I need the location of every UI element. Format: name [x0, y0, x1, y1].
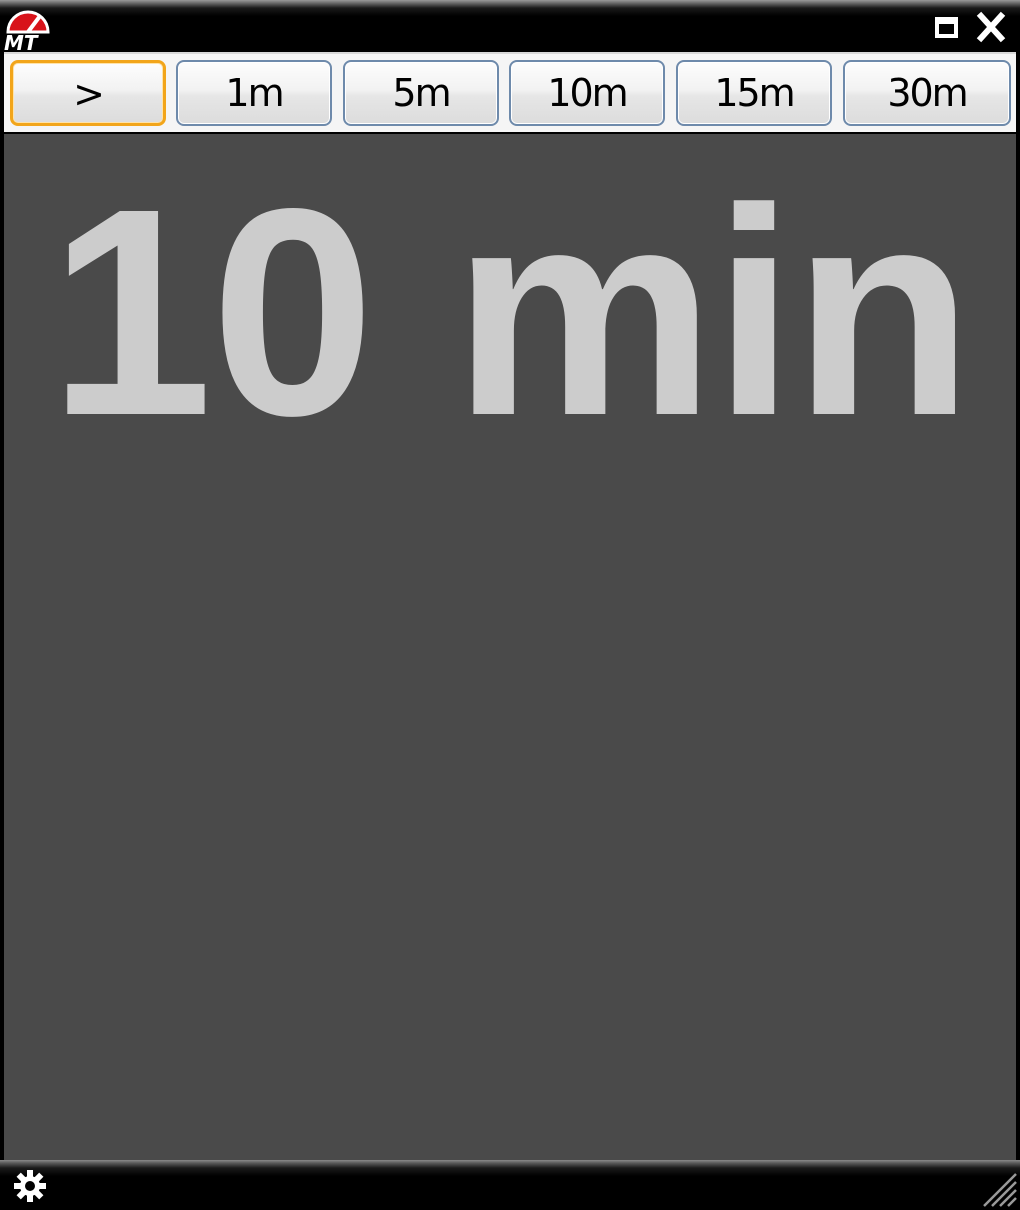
interval-5m-button[interactable]: 5m — [343, 60, 499, 126]
timer-display: 10 min — [4, 134, 1016, 1160]
start-button[interactable]: > — [10, 60, 166, 126]
status-bar — [0, 1160, 1020, 1210]
interval-toolbar: > 1m 5m 10m 15m 30m — [4, 52, 1016, 132]
close-icon[interactable] — [976, 10, 1006, 44]
logo-text: MT — [4, 31, 39, 52]
resize-grip-icon[interactable] — [978, 1168, 1018, 1208]
timer-value: 10 min — [48, 147, 974, 477]
restore-icon[interactable] — [932, 10, 962, 44]
interval-15m-button[interactable]: 15m — [676, 60, 832, 126]
interval-10m-button[interactable]: 10m — [509, 60, 665, 126]
title-bar[interactable]: MT — [0, 0, 1020, 52]
timer-window: MT > 1m 5m 10m 15m 30m 10 min — [0, 0, 1020, 1210]
interval-30m-button[interactable]: 30m — [843, 60, 1011, 126]
gear-icon[interactable] — [12, 1168, 48, 1204]
app-logo-icon: MT — [4, 10, 50, 52]
interval-1m-button[interactable]: 1m — [176, 60, 332, 126]
